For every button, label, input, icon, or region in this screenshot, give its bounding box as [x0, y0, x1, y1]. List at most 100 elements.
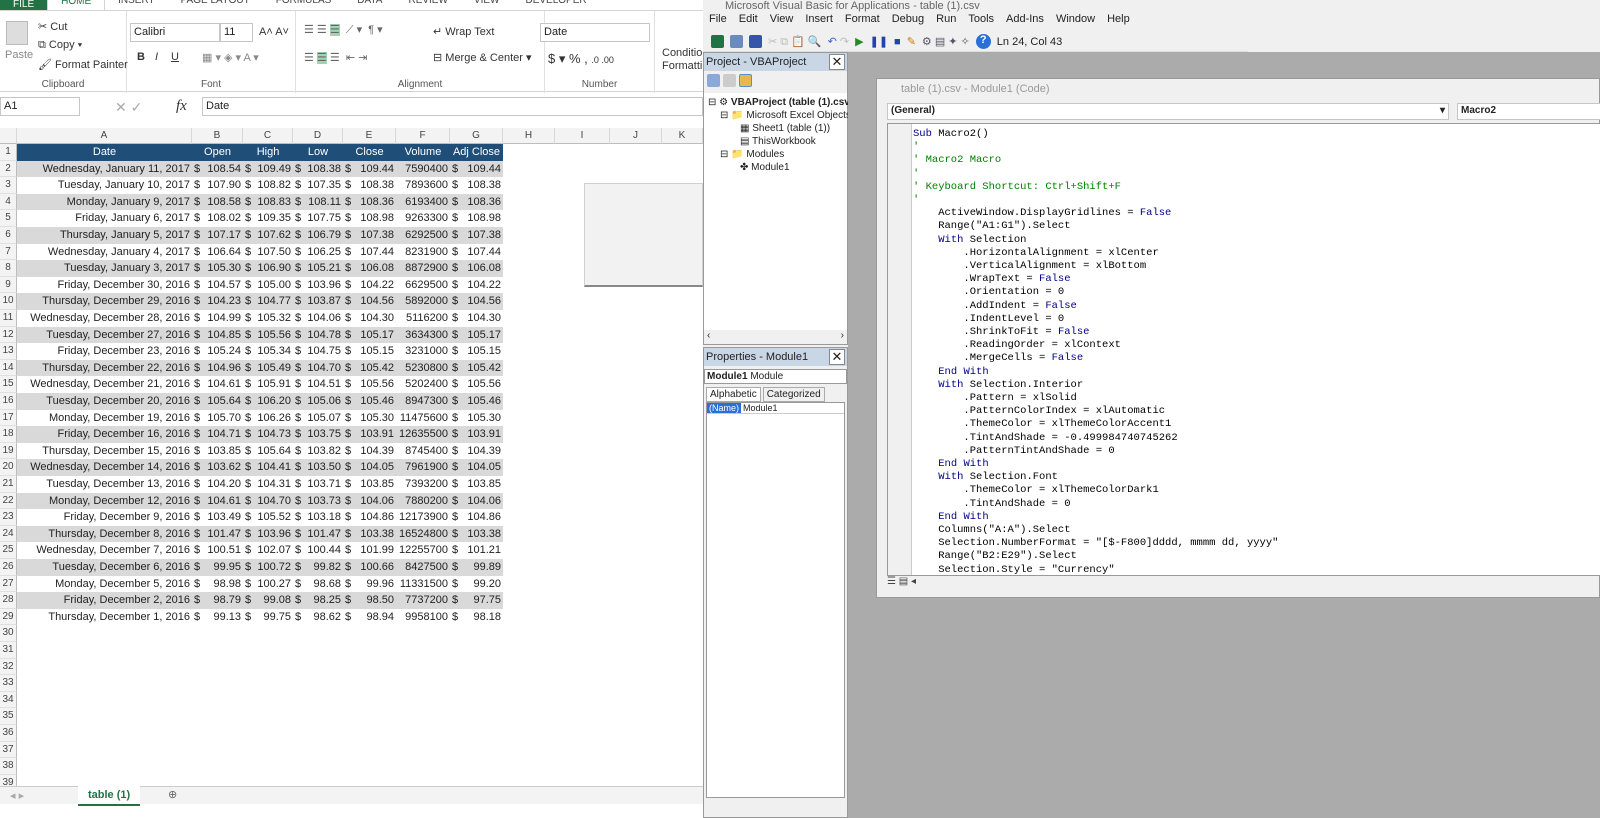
- data-cell[interactable]: 7737200: [396, 592, 450, 609]
- data-cell[interactable]: $108.82: [243, 177, 293, 194]
- tab-page-layout[interactable]: PAGE LAYOUT: [168, 0, 263, 10]
- data-cell[interactable]: $101.47: [192, 525, 243, 543]
- excel-icon[interactable]: [711, 35, 724, 48]
- data-cell[interactable]: $104.06: [450, 492, 503, 510]
- currency-button[interactable]: $: [548, 51, 555, 66]
- undo-redo-icons[interactable]: ↶ ↷: [828, 35, 850, 48]
- column-header[interactable]: K: [662, 128, 703, 144]
- data-cell[interactable]: $106.08: [450, 260, 503, 277]
- data-cell[interactable]: $104.41: [243, 459, 293, 476]
- date-cell[interactable]: Thursday, December 29, 2016: [17, 293, 192, 310]
- data-cell[interactable]: 5116200: [396, 310, 450, 327]
- font-grow-shrink[interactable]: A˄ A˅: [259, 26, 289, 38]
- data-cell[interactable]: $105.06: [293, 393, 343, 410]
- data-cell[interactable]: $105.07: [293, 410, 343, 427]
- date-cell[interactable]: Wednesday, January 4, 2017: [17, 244, 192, 261]
- data-cell[interactable]: $103.62: [192, 459, 243, 476]
- data-cell[interactable]: $99.08: [243, 592, 293, 609]
- data-cell[interactable]: $105.46: [450, 393, 503, 410]
- data-cell[interactable]: $105.70: [192, 410, 243, 427]
- header-cell[interactable]: Open: [192, 144, 243, 161]
- data-cell[interactable]: $97.75: [450, 592, 503, 609]
- tab-home[interactable]: HOME: [47, 0, 106, 10]
- data-cell[interactable]: $105.30: [450, 410, 503, 427]
- cut-button[interactable]: ✂ Cut: [38, 20, 67, 33]
- data-cell[interactable]: $104.23: [192, 293, 243, 310]
- run-icon[interactable]: ▶: [855, 35, 863, 48]
- copy-button[interactable]: ⧉ Copy ▾: [38, 39, 82, 52]
- data-cell[interactable]: $104.31: [243, 476, 293, 493]
- data-cell[interactable]: 12173900: [396, 509, 450, 526]
- data-cell[interactable]: 9263300: [396, 210, 450, 227]
- data-cell[interactable]: $105.42: [450, 359, 503, 377]
- tree-thisworkbook[interactable]: ▤ ThisWorkbook: [708, 135, 843, 148]
- property-row[interactable]: (Name) Module1: [707, 403, 844, 414]
- data-cell[interactable]: $103.75: [293, 426, 343, 443]
- code-editor[interactable]: Sub Macro2() ' ' Macro2 Macro ' ' Keyboard S…: [887, 123, 1600, 576]
- data-cell[interactable]: $104.56: [343, 293, 396, 310]
- cancel-confirm-icons[interactable]: ✕ ✓: [115, 99, 142, 116]
- tab-view[interactable]: VIEW: [461, 0, 513, 10]
- data-cell[interactable]: 8427500: [396, 559, 450, 576]
- data-cell[interactable]: $103.49: [192, 509, 243, 526]
- row-header[interactable]: 36: [0, 725, 17, 742]
- date-cell[interactable]: Friday, December 9, 2016: [17, 509, 192, 526]
- underline-button[interactable]: U: [171, 51, 179, 63]
- data-cell[interactable]: $100.27: [243, 576, 293, 593]
- data-cell[interactable]: 7590400: [396, 160, 450, 178]
- row-header[interactable]: 29: [0, 608, 17, 626]
- data-cell[interactable]: $106.26: [243, 410, 293, 427]
- data-cell[interactable]: $104.30: [450, 310, 503, 327]
- data-cell[interactable]: $99.75: [243, 609, 293, 626]
- row-header[interactable]: 18: [0, 426, 17, 443]
- percent-button[interactable]: %: [569, 51, 581, 66]
- data-cell[interactable]: $104.99: [192, 310, 243, 327]
- data-cell[interactable]: 3231000: [396, 343, 450, 360]
- row-header[interactable]: 25: [0, 542, 17, 559]
- data-cell[interactable]: $107.38: [450, 227, 503, 244]
- menu-debug[interactable]: Debug: [886, 13, 930, 25]
- data-cell[interactable]: $103.38: [450, 525, 503, 543]
- row-header[interactable]: 31: [0, 642, 17, 659]
- data-cell[interactable]: $107.50: [243, 244, 293, 261]
- tree-sheet1[interactable]: ▦ Sheet1 (table (1)): [708, 122, 843, 135]
- date-cell[interactable]: Friday, January 6, 2017: [17, 210, 192, 227]
- object-select[interactable]: Module1 Module: [704, 369, 847, 384]
- data-cell[interactable]: $100.72: [243, 559, 293, 576]
- formula-input[interactable]: Date: [202, 97, 703, 116]
- tab-developer[interactable]: DEVELOPER: [512, 0, 599, 10]
- column-header[interactable]: F: [396, 128, 450, 144]
- data-cell[interactable]: $99.13: [192, 609, 243, 626]
- data-cell[interactable]: $104.71: [192, 426, 243, 443]
- data-cell[interactable]: $105.52: [243, 509, 293, 526]
- header-cell[interactable]: Date: [17, 144, 192, 161]
- data-cell[interactable]: $103.73: [293, 492, 343, 510]
- data-cell[interactable]: 7893600: [396, 177, 450, 194]
- tab-file[interactable]: FILE: [0, 0, 48, 10]
- data-cell[interactable]: $107.44: [450, 244, 503, 261]
- data-cell[interactable]: $103.96: [243, 525, 293, 543]
- data-cell[interactable]: $108.38: [343, 177, 396, 194]
- data-cell[interactable]: $107.90: [192, 177, 243, 194]
- date-cell[interactable]: Tuesday, December 20, 2016: [17, 393, 192, 410]
- reset-icon[interactable]: ■: [894, 36, 901, 48]
- data-cell[interactable]: $104.20: [192, 476, 243, 493]
- data-cell[interactable]: $102.07: [243, 542, 293, 559]
- insert-userform-icon[interactable]: [730, 35, 743, 48]
- menu-edit[interactable]: Edit: [733, 13, 764, 25]
- sheet-tab[interactable]: table (1): [78, 786, 141, 806]
- help-icon[interactable]: ?: [975, 34, 991, 49]
- data-cell[interactable]: $108.11: [293, 193, 343, 211]
- row-header[interactable]: 23: [0, 509, 17, 526]
- data-cell[interactable]: $108.98: [450, 210, 503, 227]
- data-cell[interactable]: $104.06: [293, 310, 343, 327]
- tree-modules[interactable]: ⊟ 📁 Modules: [708, 148, 843, 161]
- data-cell[interactable]: 7961900: [396, 459, 450, 476]
- column-header[interactable]: A: [17, 128, 192, 144]
- data-cell[interactable]: 6292500: [396, 227, 450, 244]
- data-cell[interactable]: $108.54: [192, 160, 243, 178]
- data-cell[interactable]: 7393200: [396, 476, 450, 493]
- data-cell[interactable]: 8947300: [396, 393, 450, 410]
- row-header[interactable]: 15: [0, 376, 17, 393]
- data-cell[interactable]: $100.66: [343, 559, 396, 576]
